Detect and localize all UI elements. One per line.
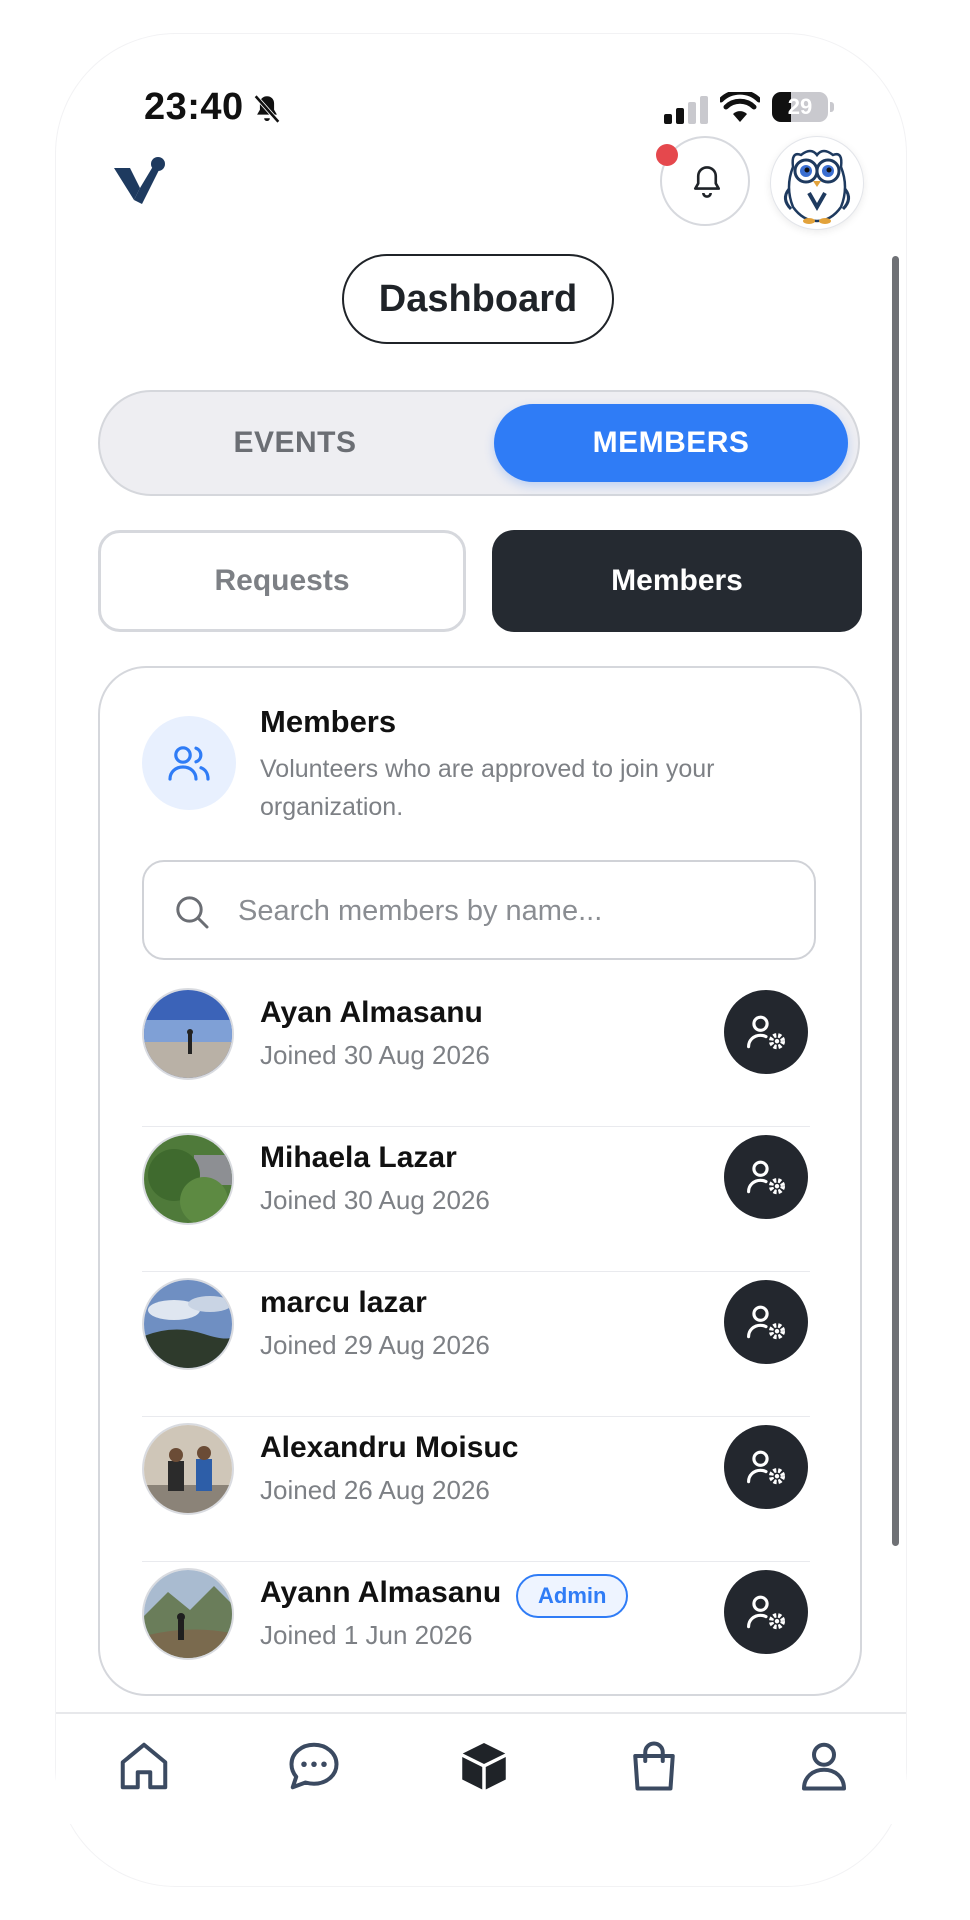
manage-member-button[interactable]: [724, 1570, 808, 1654]
member-joined-date: Joined 30 Aug 2026: [260, 1040, 490, 1070]
member-name: Ayann Almasanu: [260, 1576, 502, 1609]
member-avatar: [142, 1568, 234, 1660]
bell-off-icon: [254, 94, 280, 124]
notification-dot: [656, 144, 678, 166]
bottom-nav: [56, 1714, 906, 1824]
member-row[interactable]: Mihaela Lazar Joined 30 Aug 2026: [142, 1127, 810, 1272]
search-input[interactable]: [236, 882, 800, 940]
chat-icon[interactable]: [284, 1736, 344, 1796]
subtab-members[interactable]: Members: [492, 530, 862, 632]
user-settings-icon: [747, 1450, 786, 1485]
card-description: Volunteers who are approved to join your…: [260, 755, 715, 821]
tab-events[interactable]: EVENTS: [100, 392, 490, 494]
search-icon: [176, 896, 209, 929]
tab-members[interactable]: MEMBERS: [494, 404, 848, 482]
member-name: Mihaela Lazar: [260, 1141, 457, 1174]
battery-indicator: 29: [772, 92, 828, 122]
members-card-icon: [142, 716, 236, 810]
bell-icon: [693, 166, 721, 198]
app-logo-icon[interactable]: [112, 156, 168, 206]
member-joined-date: Joined 30 Aug 2026: [260, 1185, 490, 1215]
battery-tip: [830, 102, 834, 112]
member-list: Ayan Almasanu Joined 30 Aug 2026 Mihaela…: [142, 982, 810, 1707]
member-row[interactable]: Alexandru Moisuc Joined 26 Aug 2026: [142, 1417, 810, 1562]
wifi-icon: [720, 92, 760, 122]
manage-member-button[interactable]: [724, 1280, 808, 1364]
scrollbar[interactable]: [892, 256, 899, 1546]
member-row[interactable]: Ayan Almasanu Joined 30 Aug 2026: [142, 982, 810, 1127]
member-row[interactable]: Ayann Almasanu Admin Joined 1 Jun 2026: [142, 1562, 810, 1707]
member-avatar: [142, 1133, 234, 1225]
owl-mascot-icon: [784, 149, 850, 224]
signal-icon: [664, 96, 708, 124]
manage-member-button[interactable]: [724, 1135, 808, 1219]
user-settings-icon: [747, 1160, 786, 1195]
users-icon: [168, 746, 210, 781]
segmented-control: EVENTS MEMBERS: [98, 390, 860, 496]
member-name: Alexandru Moisuc: [260, 1431, 519, 1464]
profile-icon[interactable]: [794, 1736, 854, 1796]
page-title: Dashboard: [342, 254, 614, 344]
member-avatar: [142, 1278, 234, 1370]
member-avatar: [142, 988, 234, 1080]
status-time: 23:40: [144, 86, 244, 128]
user-settings-icon: [747, 1595, 786, 1630]
admin-badge: Admin: [516, 1574, 629, 1618]
member-name: marcu lazar: [260, 1286, 427, 1319]
user-settings-icon: [747, 1305, 786, 1340]
profile-avatar[interactable]: [770, 136, 864, 230]
home-icon[interactable]: [114, 1736, 174, 1796]
search-box[interactable]: [142, 860, 816, 960]
member-name: Ayan Almasanu: [260, 996, 483, 1029]
member-joined-date: Joined 29 Aug 2026: [260, 1330, 490, 1360]
member-joined-date: Joined 1 Jun 2026: [260, 1620, 473, 1650]
box-icon[interactable]: [454, 1736, 514, 1796]
card-title: Members: [260, 704, 397, 739]
user-settings-icon: [747, 1015, 786, 1050]
manage-member-button[interactable]: [724, 990, 808, 1074]
member-joined-date: Joined 26 Aug 2026: [260, 1475, 490, 1505]
member-avatar: [142, 1423, 234, 1515]
subtab-requests[interactable]: Requests: [98, 530, 466, 632]
member-row[interactable]: marcu lazar Joined 29 Aug 2026: [142, 1272, 810, 1417]
shopping-bag-icon[interactable]: [624, 1736, 684, 1796]
manage-member-button[interactable]: [724, 1425, 808, 1509]
